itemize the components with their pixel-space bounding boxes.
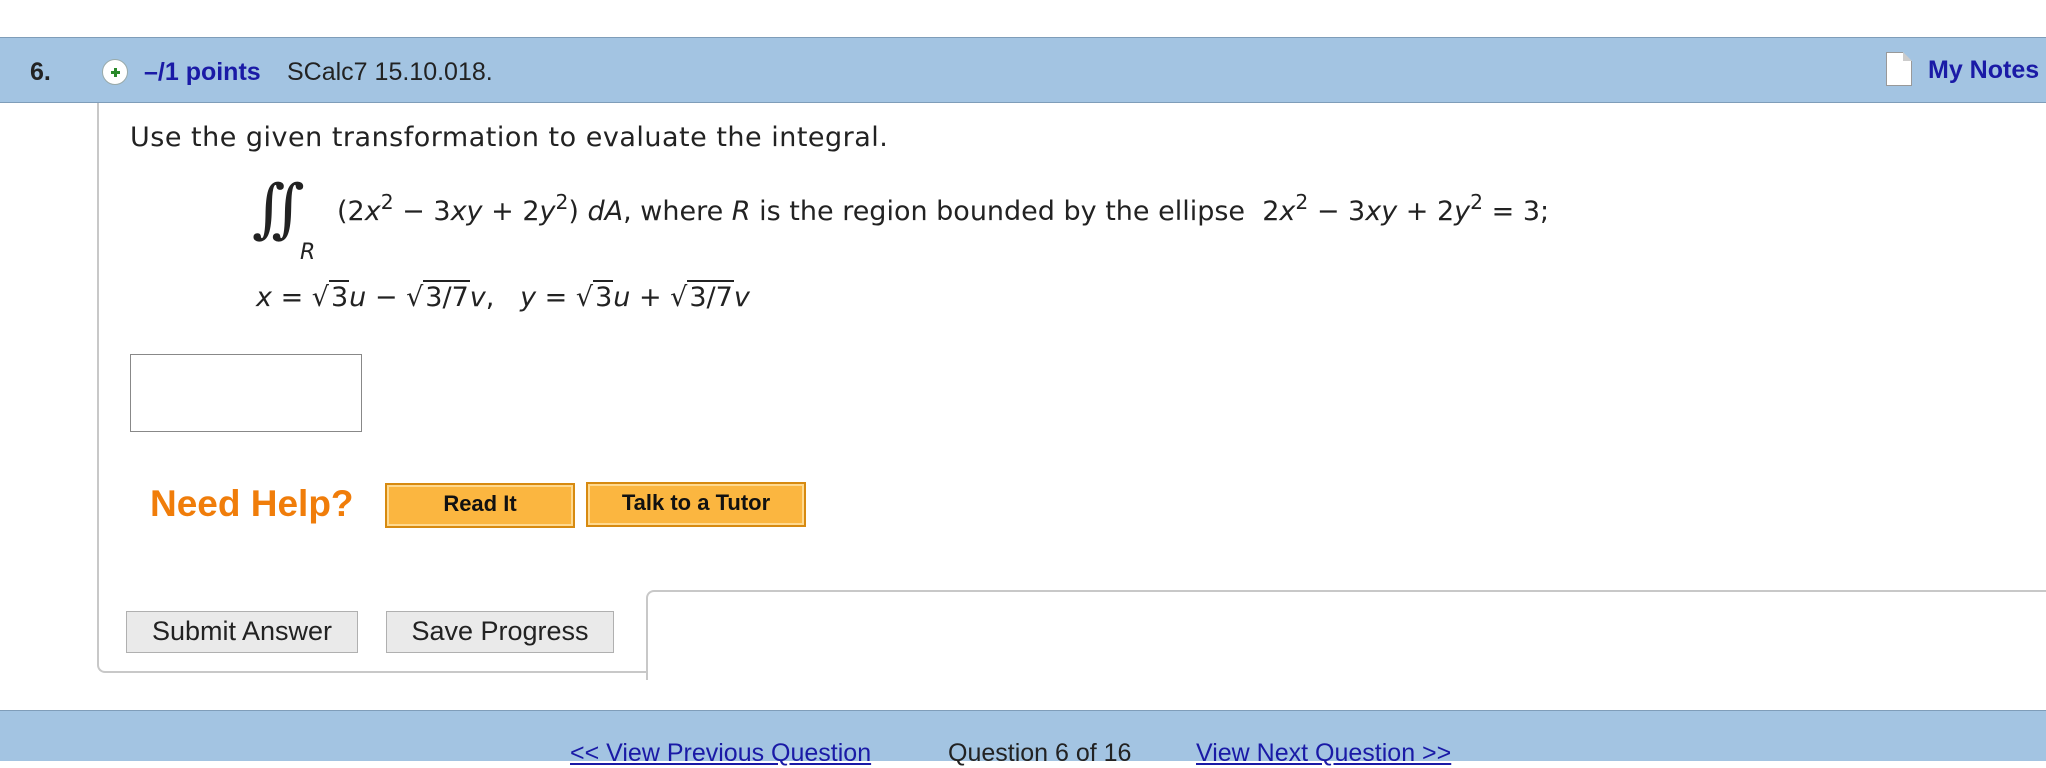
notes-page-icon[interactable]: [1886, 52, 1912, 86]
question-prompt: Use the given transformation to evaluate…: [130, 122, 889, 153]
integral-region-subscript: R: [300, 240, 316, 265]
read-it-button[interactable]: Read It: [385, 483, 575, 528]
answer-input[interactable]: [130, 354, 362, 432]
my-notes-link[interactable]: My Notes: [1928, 56, 2039, 85]
transformation-expression: x = √3u − √3/7v, y = √3u + √3/7v: [256, 280, 750, 313]
question-reference: SCalc7 15.10.018.: [287, 58, 493, 86]
submit-answer-button[interactable]: Submit Answer: [126, 611, 358, 653]
question-header: 6. –/1 points SCalc7 15.10.018. My Notes: [0, 37, 2046, 103]
question-panel: [97, 103, 2046, 673]
need-help-label: Need Help?: [150, 483, 354, 524]
question-navigation-bar: << View Previous Question Question 6 of …: [0, 710, 2046, 767]
expand-plus-icon[interactable]: [102, 59, 128, 85]
save-progress-button[interactable]: Save Progress: [386, 611, 614, 653]
talk-to-tutor-button[interactable]: Talk to a Tutor: [586, 482, 806, 527]
integral-expression: (2x2 − 3xy + 2y2) dA, where R is the reg…: [337, 189, 1550, 227]
question-number: 6.: [30, 58, 51, 86]
panel-notch: [646, 590, 2046, 680]
points-link[interactable]: –/1 points: [144, 58, 261, 87]
